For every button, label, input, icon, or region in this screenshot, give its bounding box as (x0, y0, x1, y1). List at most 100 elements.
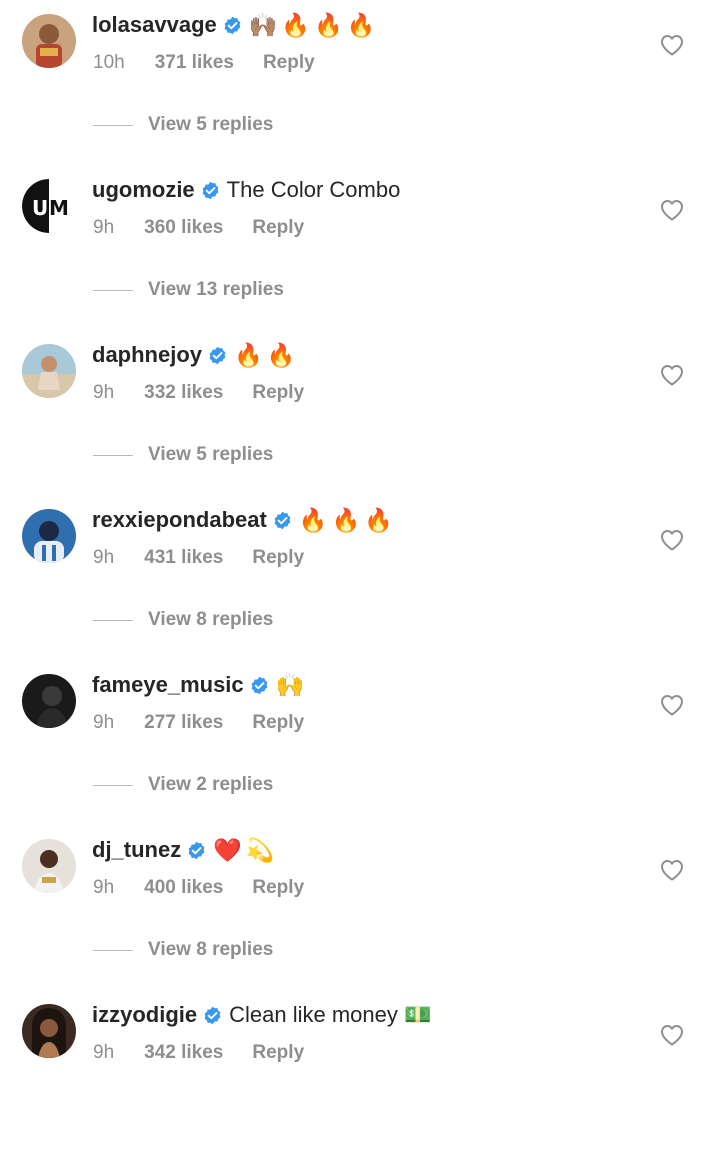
like-heart-icon[interactable] (660, 364, 684, 386)
likes-count[interactable]: 371 likes (155, 52, 234, 74)
comment-meta: 9h 400 likes Reply (93, 877, 304, 899)
like-heart-icon[interactable] (660, 859, 684, 881)
like-heart-icon[interactable] (660, 694, 684, 716)
avatar[interactable] (22, 509, 76, 563)
comment-text: Clean like money 💵 (229, 1002, 432, 1027)
like-heart-icon[interactable] (660, 1024, 684, 1046)
divider-line (93, 784, 133, 786)
like-heart-icon[interactable] (660, 34, 684, 56)
verified-badge-icon (223, 16, 242, 35)
timestamp: 9h (93, 217, 115, 238)
svg-text:U: U (32, 196, 48, 220)
avatar-photo-woman-dark (22, 1004, 76, 1058)
comment-item: izzyodigie Clean like money 💵 9h 342 lik… (0, 990, 720, 1155)
comment-header: izzyodigie Clean like money 💵 (92, 1000, 431, 1030)
like-heart-icon[interactable] (660, 199, 684, 221)
avatar-photo-woman (22, 14, 76, 68)
view-replies-label: View 5 replies (148, 444, 274, 465)
comment-header: lolasavvage 🙌🏽🔥🔥🔥 (92, 10, 379, 40)
reply-button[interactable]: Reply (252, 382, 304, 404)
like-heart-icon[interactable] (660, 529, 684, 551)
avatar-photo-man (22, 839, 76, 893)
view-replies-label: View 8 replies (148, 609, 274, 630)
view-replies-button[interactable]: View 5 replies (93, 114, 273, 136)
view-replies-label: View 13 replies (148, 279, 284, 300)
comment-meta: 9h 342 likes Reply (93, 1042, 304, 1064)
timestamp: 9h (93, 382, 115, 403)
comment-item: daphnejoy 🔥🔥 9h 332 likes Reply View 5 r… (0, 330, 720, 495)
comment-text: 🙌 (275, 672, 309, 699)
avatar[interactable] (22, 839, 76, 893)
comment-text: 🔥🔥 (234, 342, 300, 369)
verified-badge-icon (201, 181, 220, 200)
timestamp: 10h (93, 52, 125, 73)
username[interactable]: daphnejoy (92, 342, 202, 368)
avatar-logo-um: U M (22, 179, 76, 233)
comment-item: dj_tunez ❤️💫 9h 400 likes Reply View 8 r… (0, 825, 720, 990)
avatar[interactable]: U M (22, 179, 76, 233)
verified-badge-icon (208, 346, 227, 365)
likes-count[interactable]: 431 likes (144, 547, 223, 569)
avatar-photo-blue (22, 509, 76, 563)
comment-text: The Color Combo (226, 177, 401, 202)
comment-item: lolasavvage 🙌🏽🔥🔥🔥 10h 371 likes Reply Vi… (0, 0, 720, 165)
view-replies-label: View 8 replies (148, 939, 274, 960)
avatar-photo-dark (22, 674, 76, 728)
avatar[interactable] (22, 14, 76, 68)
avatar[interactable] (22, 674, 76, 728)
likes-count[interactable]: 277 likes (144, 712, 223, 734)
divider-line (93, 949, 133, 951)
username[interactable]: fameye_music (92, 672, 244, 698)
comment-header: dj_tunez ❤️💫 (92, 835, 279, 865)
divider-line (93, 454, 133, 456)
comment-item: fameye_music 🙌 9h 277 likes Reply View 2… (0, 660, 720, 825)
reply-button[interactable]: Reply (252, 217, 304, 239)
view-replies-button[interactable]: View 2 replies (93, 774, 273, 796)
comment-text: 🔥🔥🔥 (298, 507, 397, 534)
svg-text:M: M (49, 196, 69, 220)
username[interactable]: rexxiepondabeat (92, 507, 267, 533)
avatar[interactable] (22, 1004, 76, 1058)
comment-meta: 9h 360 likes Reply (93, 217, 304, 239)
username[interactable]: lolasavvage (92, 12, 217, 38)
timestamp: 9h (93, 712, 115, 733)
likes-count[interactable]: 360 likes (144, 217, 223, 239)
comment-text: 🙌🏽🔥🔥🔥 (248, 12, 380, 39)
view-replies-label: View 5 replies (148, 114, 274, 135)
comment-header: daphnejoy 🔥🔥 (92, 340, 299, 370)
likes-count[interactable]: 400 likes (144, 877, 223, 899)
comment-meta: 9h 332 likes Reply (93, 382, 304, 404)
verified-badge-icon (203, 1006, 222, 1025)
reply-button[interactable]: Reply (263, 52, 315, 74)
timestamp: 9h (93, 547, 115, 568)
username[interactable]: izzyodigie (92, 1002, 197, 1028)
comment-header: rexxiepondabeat 🔥🔥🔥 (92, 505, 397, 535)
timestamp: 9h (93, 1042, 115, 1063)
comment-item: rexxiepondabeat 🔥🔥🔥 9h 431 likes Reply V… (0, 495, 720, 660)
username[interactable]: dj_tunez (92, 837, 181, 863)
comment-meta: 9h 277 likes Reply (93, 712, 304, 734)
reply-button[interactable]: Reply (252, 712, 304, 734)
verified-badge-icon (187, 841, 206, 860)
likes-count[interactable]: 342 likes (144, 1042, 223, 1064)
username[interactable]: ugomozie (92, 177, 195, 203)
reply-button[interactable]: Reply (252, 1042, 304, 1064)
comment-meta: 9h 431 likes Reply (93, 547, 304, 569)
likes-count[interactable]: 332 likes (144, 382, 223, 404)
verified-badge-icon (250, 676, 269, 695)
view-replies-button[interactable]: View 8 replies (93, 609, 273, 631)
avatar[interactable] (22, 344, 76, 398)
view-replies-button[interactable]: View 5 replies (93, 444, 273, 466)
avatar-photo-beach (22, 344, 76, 398)
comment-text: ❤️💫 (213, 837, 279, 864)
view-replies-button[interactable]: View 13 replies (93, 279, 284, 301)
verified-badge-icon (273, 511, 292, 530)
divider-line (93, 619, 133, 621)
comment-meta: 10h 371 likes Reply (93, 52, 315, 74)
reply-button[interactable]: Reply (252, 877, 304, 899)
comment-header: ugomozie The Color Combo (92, 175, 400, 205)
view-replies-button[interactable]: View 8 replies (93, 939, 273, 961)
comment-item: U M ugomozie The Color Combo 9h 360 like… (0, 165, 720, 330)
timestamp: 9h (93, 877, 115, 898)
reply-button[interactable]: Reply (252, 547, 304, 569)
